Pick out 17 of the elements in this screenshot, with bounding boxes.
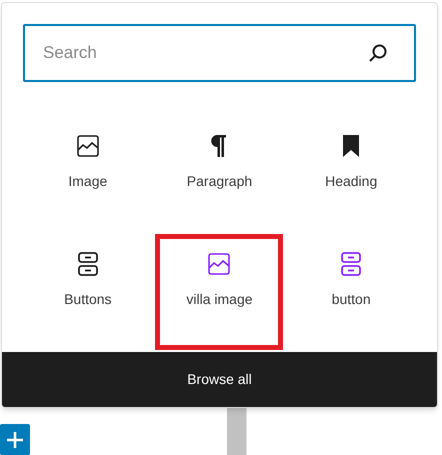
image-icon [207,252,232,276]
plus-icon [6,430,24,448]
bookmark-icon [342,135,360,157]
search-field[interactable]: Search [23,24,416,82]
pilcrow-icon [211,134,228,158]
search-icon [368,43,388,63]
block-item[interactable]: Buttons [24,234,152,350]
stacked-buttons-icon [340,252,362,276]
block-item[interactable]: button [287,234,416,350]
block-item[interactable]: Image [24,116,152,232]
block-item[interactable]: Paragraph [155,116,284,232]
image-icon [76,134,100,158]
stacked-buttons-icon [76,252,99,276]
add-block-button[interactable] [0,424,30,455]
browse-all-button[interactable]: Browse all [2,352,437,407]
block-item[interactable]: Heading [287,116,416,232]
block-item[interactable]: villa image [155,234,284,350]
